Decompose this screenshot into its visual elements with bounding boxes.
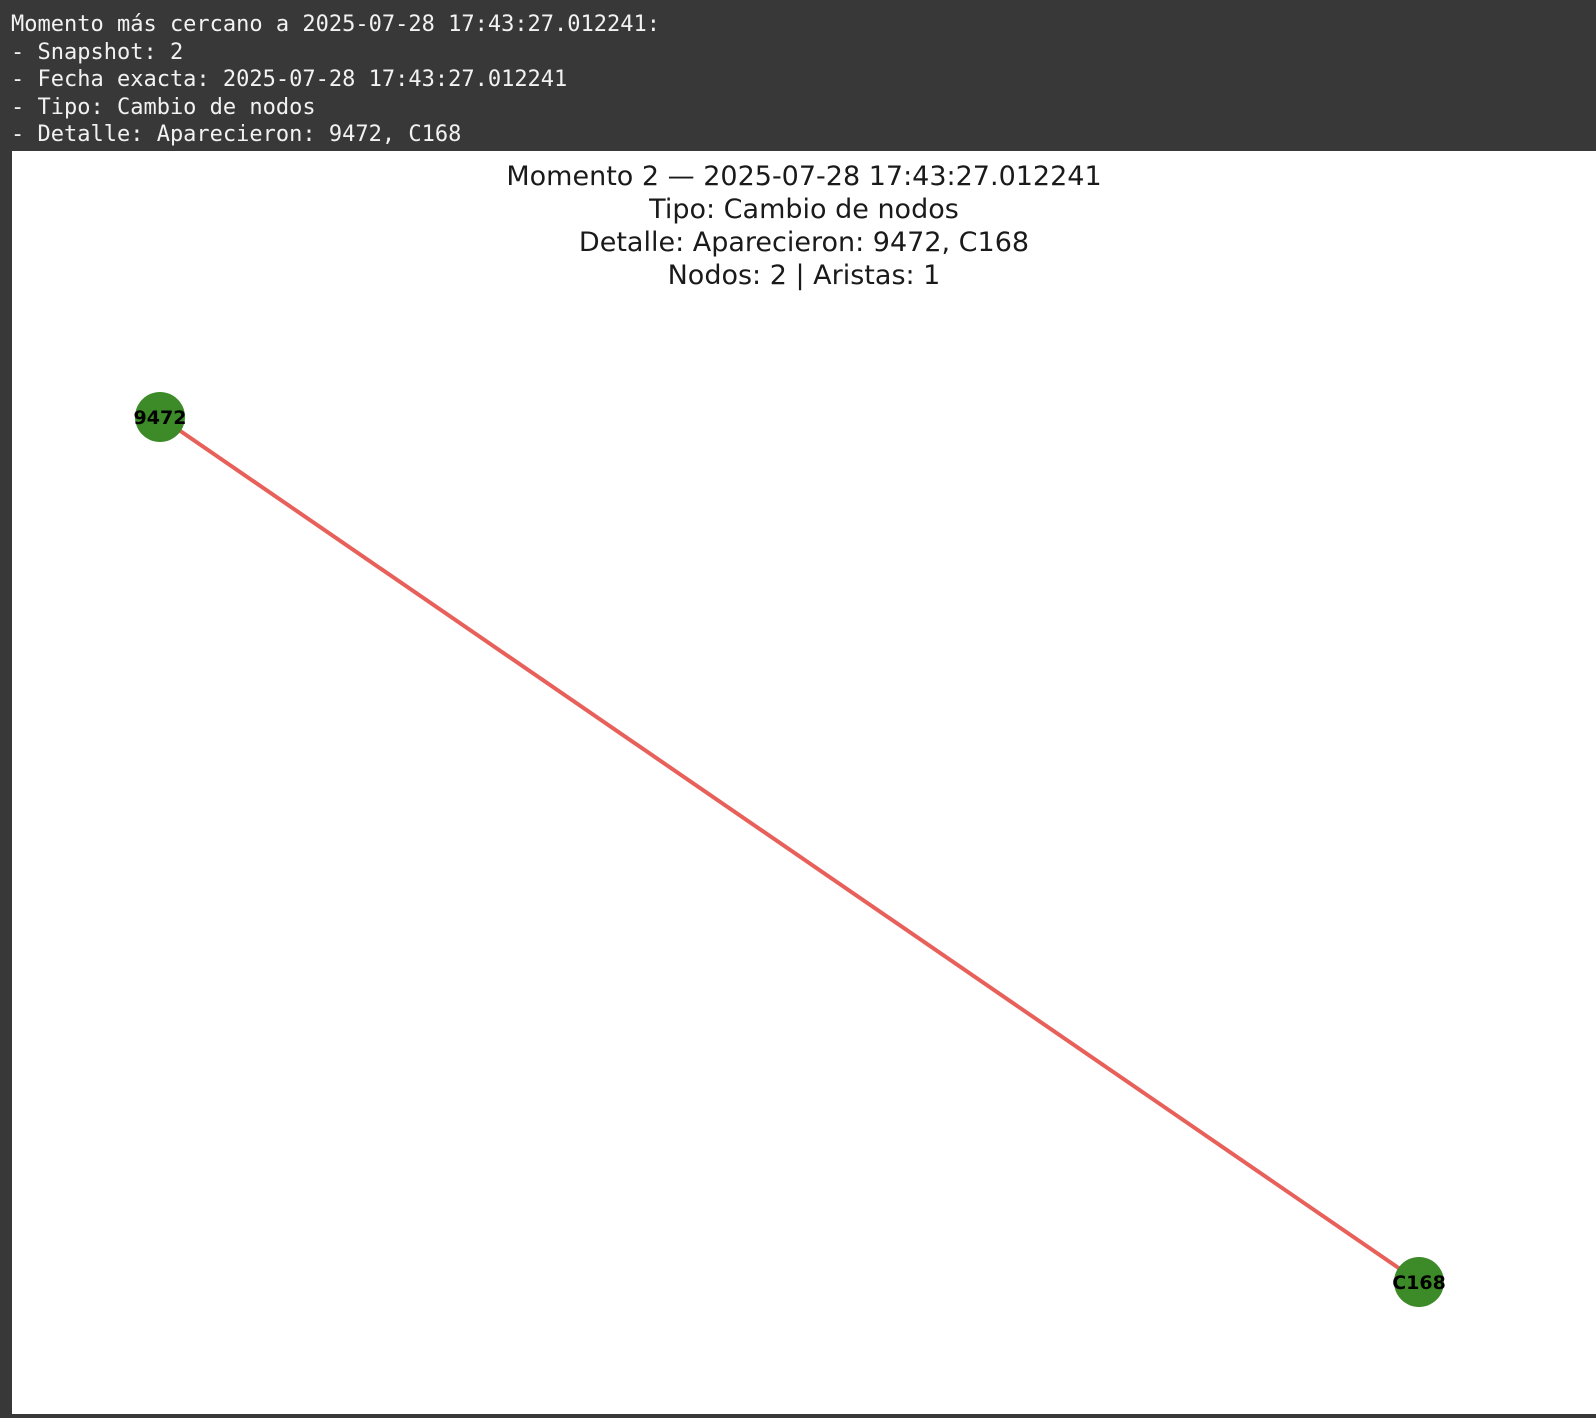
- console-line-detail: - Detalle: Aparecieron: 9472, C168: [11, 122, 462, 147]
- graph-node-9472: 9472: [134, 392, 187, 442]
- graph-node-C168: C168: [1392, 1257, 1446, 1307]
- edges-layer: [158, 415, 1421, 1284]
- console-output: Momento más cercano a 2025-07-28 17:43:2…: [0, 0, 1596, 151]
- graph-node-label: 9472: [134, 407, 187, 429]
- console-line-date: - Fecha exacta: 2025-07-28 17:43:27.0122…: [11, 67, 568, 92]
- network-graph: 9472 C168: [134, 392, 1446, 1307]
- console-line-header: Momento más cercano a 2025-07-28 17:43:2…: [11, 12, 661, 37]
- graph-node-label: C168: [1392, 1272, 1446, 1294]
- console-line-type: - Tipo: Cambio de nodos: [11, 94, 316, 120]
- console-line-snapshot: - Snapshot: 2: [11, 39, 184, 65]
- graph-edge-9472-C168: [158, 415, 1421, 1284]
- graph-figure: Momento 2 — 2025-07-28 17:43:27.012241 T…: [12, 151, 1596, 1414]
